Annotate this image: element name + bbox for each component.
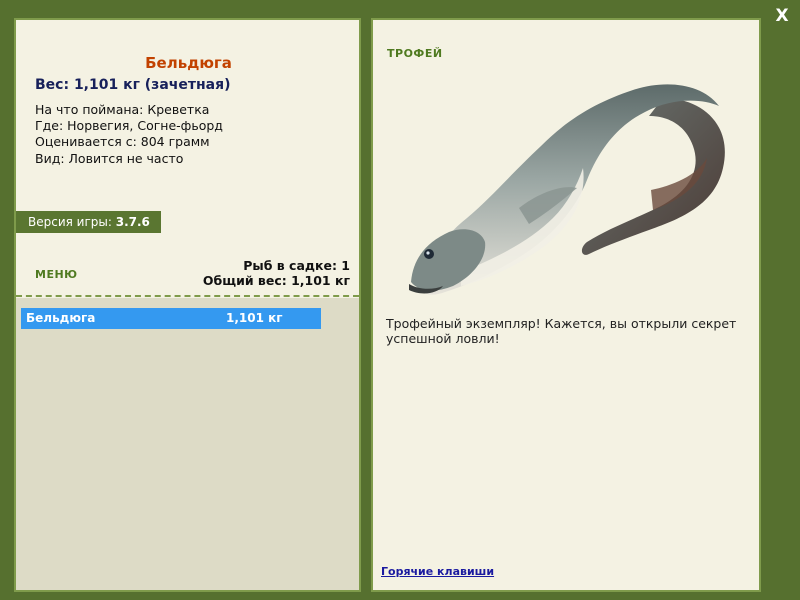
location-info: Где: Норвегия, Согне-фьорд [35,118,223,133]
bait-info: На что поймана: Креветка [35,102,210,117]
fish-info-panel: Бельдюга Вес: 1,101 кг (зачетная) На что… [14,18,361,592]
trophy-panel: ТРОФЕЙ Трофейный экземпляр! Кажется, вы … [371,18,761,592]
fish-info-content: Бельдюга Вес: 1,101 кг (зачетная) На что… [16,25,359,590]
fish-weight: Вес: 1,101 кг (зачетная) [35,77,231,93]
hotkeys-link[interactable]: Горячие клавиши [381,565,494,578]
keepnet-count: Рыб в садке: 1 [243,258,350,273]
keepnet-total-weight: Общий вес: 1,101 кг [202,273,350,288]
rarity-info: Вид: Ловится не часто [35,151,184,166]
game-version-badge: Версия игры: 3.7.6 [16,211,161,233]
version-number: 3.7.6 [115,215,150,229]
min-weight-info: Оценивается с: 804 грамм [35,134,210,149]
eelpout-fish-image [409,84,725,295]
keepnet-list-item[interactable]: Бельдюга 1,101 кг [21,308,321,329]
close-icon[interactable]: X [772,6,792,26]
fish-name-title: Бельдюга [145,54,232,72]
list-item-weight: 1,101 кг [226,311,283,325]
game-window: X Бельдюга Вес: 1,101 кг (зачетная) На ч… [0,0,800,600]
trophy-description: Трофейный экземпляр! Кажется, вы открыли… [386,316,737,346]
keepnet-list: Бельдюга 1,101 кг [16,298,359,590]
menu-button[interactable]: МЕНЮ [35,268,78,281]
keepnet-stats: Рыб в садке: 1 Общий вес: 1,101 кг [203,258,350,288]
version-label: Версия игры: [28,215,116,229]
list-item-name: Бельдюга [26,311,96,325]
dashed-divider [16,295,359,297]
